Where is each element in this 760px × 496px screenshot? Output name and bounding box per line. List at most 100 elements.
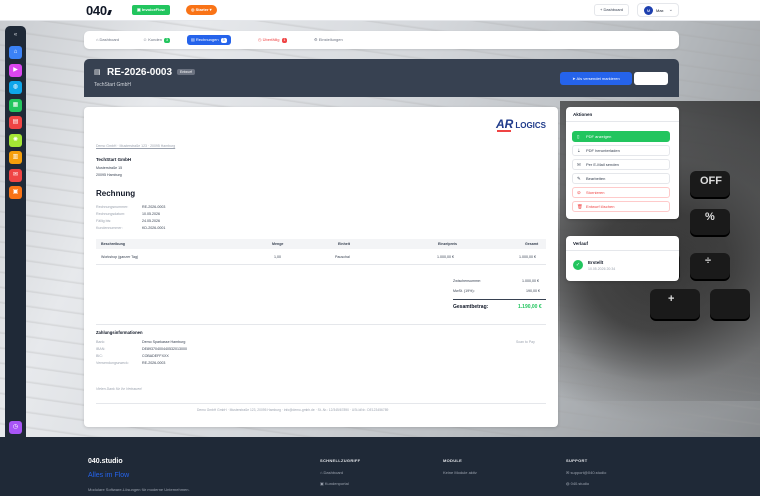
tax-label: MwSt. (19%): <box>453 289 475 293</box>
user-menu[interactable]: M Max ⌄ <box>637 3 679 17</box>
video-icon[interactable]: ▶ <box>9 64 22 77</box>
home-icon[interactable]: ⌂ <box>9 46 22 59</box>
avatar: M <box>644 6 653 15</box>
history-time: 10.05.2026 20:34 <box>588 267 616 271</box>
module-badge[interactable]: ▣ InvoiceFlow <box>132 5 170 15</box>
trash-icon: 🗑 <box>577 204 583 209</box>
tab-bar: ⌂ Dashboard ☺ Kunden 3 ▤ Rechnungen 3 ◷ Üb… <box>84 31 679 49</box>
column-header: Beschreibung <box>101 242 125 246</box>
meta-label: Rechnungsdatum: <box>96 212 126 216</box>
tax-value: 190,00 € <box>526 289 540 293</box>
edit-button[interactable]: ✎ Bearbeiten <box>572 173 670 184</box>
payment-value: Demo Sparkasse Hamburg <box>142 340 186 344</box>
table-header <box>96 239 546 249</box>
app-logo[interactable]: 040 <box>86 3 112 18</box>
column-header: Menge <box>272 242 284 246</box>
footer-modules-note: Keine Module aktiv <box>443 470 477 475</box>
subtotal-label: Zwischensumme: <box>453 279 481 283</box>
footer-link-website[interactable]: ◍ 040.studio <box>566 481 589 486</box>
payment-label: IBAN: <box>96 347 106 351</box>
payment-value: DE89370400440532013000 <box>142 347 187 351</box>
cancel-icon: ⊘ <box>577 190 581 195</box>
customer-name: TechStart GmbH <box>94 82 131 88</box>
footer-col-title: SUPPORT <box>566 458 588 463</box>
mail-icon[interactable]: ✉ <box>9 169 22 182</box>
actions-title: Aktionen <box>573 112 593 117</box>
total-label: Gesamtbetrag: <box>453 304 489 310</box>
status-badge: Entwurf <box>177 69 195 75</box>
column-header: Gesamt <box>525 242 539 246</box>
globe-icon[interactable]: ◍ <box>9 81 22 94</box>
payment-value: COBADEFFXXX <box>142 354 169 358</box>
footer-brand: 040.studio <box>88 458 123 465</box>
total-value: 1.190,00 € <box>518 304 542 310</box>
column-header: Einzelpreis <box>438 242 457 246</box>
site-footer: 040.studio Alles im Flow Modulare Softwa… <box>0 437 760 496</box>
delete-draft-button[interactable]: 🗑 Entwurf löschen <box>572 201 670 212</box>
payment-value: RE-2026-0003 <box>142 361 166 365</box>
plan-badge[interactable]: ◎ Starter ▾ <box>186 5 217 15</box>
meta-value: 24.05.2026 <box>142 219 160 223</box>
table-cell: 1.000,00 € <box>437 255 454 259</box>
payment-label: Bank: <box>96 340 106 344</box>
invoice-icon[interactable]: ▣ <box>9 186 22 199</box>
footer-link-support[interactable]: ✉ support@040.studio <box>566 470 606 475</box>
tab-rechnungen[interactable]: ▤ Rechnungen 3 <box>187 35 231 45</box>
meta-label: Fällig bis: <box>96 219 112 223</box>
pdf-view-button[interactable]: ▯ PDF anzeigen <box>572 131 670 142</box>
invoice-number: RE-2026-0003 <box>107 67 173 78</box>
footer-link-dashboard[interactable]: ⌂ Dashboard <box>320 470 343 475</box>
footer-link-portal[interactable]: ▣ Kundenportal <box>320 481 349 486</box>
download-icon: ⇣ <box>577 148 581 153</box>
footer-description: Modulare Software-Lösungen für moderne U… <box>88 487 190 492</box>
cancel-button[interactable]: ⊘ Stornieren <box>572 187 670 198</box>
document-icon: ▯ <box>577 134 580 139</box>
user-name: Max <box>656 8 664 13</box>
qr-hint: Scan to Pay <box>516 340 535 344</box>
edit-icon: ✎ <box>577 176 581 181</box>
payment-title: Zahlungsinformationen <box>96 330 143 335</box>
check-icon: ✓ <box>573 260 583 270</box>
table-cell: Pauschal <box>335 255 350 259</box>
meta-value: KD-2026-0001 <box>142 226 166 230</box>
dashboard-button[interactable]: + Dashboard <box>594 4 630 16</box>
document-footer: Demo GmbH GmbH · Musterstraße 123, 20095… <box>197 408 389 412</box>
folder-icon[interactable]: ▥ <box>9 151 22 164</box>
footer-col-title: SCHNELLZUGRIFF <box>320 458 361 463</box>
actions-panel: Aktionen ▯ PDF anzeigen ⇣ PDF herunterlade… <box>566 107 679 219</box>
sun-icon[interactable]: ✺ <box>9 134 22 147</box>
table-cell: 1.000,00 € <box>519 255 536 259</box>
pdf-download-button[interactable]: ⇣ PDF herunterladen <box>572 145 670 156</box>
collapse-icon[interactable]: « <box>9 29 22 42</box>
meta-label: Kundennummer: <box>96 226 123 230</box>
meta-label: Rechnungsnummer: <box>96 205 129 209</box>
table-cell: Workshop (ganzer Tag) <box>101 255 139 259</box>
history-event: Erstellt <box>588 260 604 265</box>
column-header: Einheit <box>338 242 350 246</box>
briefcase-icon[interactable]: ▤ <box>9 116 22 129</box>
calendar-icon[interactable]: ▦ <box>9 99 22 112</box>
history-panel: Verlauf ✓ Erstellt 10.05.2026 20:34 <box>566 236 679 281</box>
tab-ueberfaellig[interactable]: ◷ Überfällig 1 <box>254 35 291 45</box>
chevron-down-icon: ⌄ <box>668 7 673 13</box>
payment-label: BIC: <box>96 354 103 358</box>
recipient-street: Musterstraße 15 <box>96 166 123 170</box>
invoice-document: AR LOGICS Demo GmbH · Musterstraße 123 · … <box>84 107 558 427</box>
sidebar: « ⌂ ▶ ◍ ▦ ▤ ✺ ▥ ✉ ▣ ◷ + ⚙ <box>5 26 26 476</box>
history-title: Verlauf <box>573 241 589 246</box>
tab-dashboard[interactable]: ⌂ Dashboard <box>92 35 123 45</box>
clock-icon[interactable]: ◷ <box>9 421 22 434</box>
top-bar: 040 ▣ InvoiceFlow ◎ Starter ▾ + Dashboar… <box>0 0 760 21</box>
table-cell: 1,00 <box>274 255 281 259</box>
company-logo: AR LOGICS <box>496 117 547 132</box>
mark-sent-button[interactable]: ➤ Als versendet markieren <box>560 72 632 85</box>
email-send-button[interactable]: ✉ Per E-Mail senden <box>572 159 670 170</box>
footer-tagline: Alles im Flow <box>88 472 130 479</box>
footer-col-title: MODULE <box>443 458 463 463</box>
tab-einstellungen[interactable]: ⚙ Einstellungen <box>310 35 347 45</box>
sender-line: Demo GmbH · Musterstraße 123 · 20095 Ham… <box>96 144 176 148</box>
document-title: Rechnung <box>96 189 136 198</box>
secondary-button[interactable] <box>634 72 668 85</box>
payment-label: Verwendungszweck: <box>96 361 129 365</box>
tab-kunden[interactable]: ☺ Kunden 3 <box>139 35 174 45</box>
